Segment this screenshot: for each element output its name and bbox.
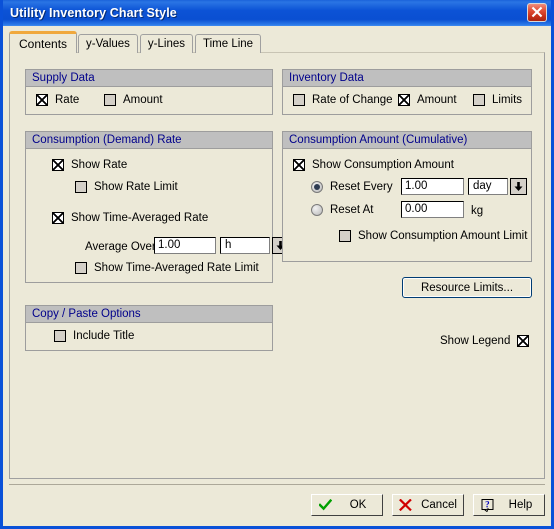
group-consumption-rate: Consumption (Demand) Rate Show Rate Show… (25, 131, 289, 283)
checkbox-show-consumption-amount-row[interactable]: Show Consumption Amount (293, 159, 454, 171)
checkbox-show-legend-row[interactable]: Show Legend (440, 335, 530, 347)
resource-limits-button[interactable]: Resource Limits... (402, 277, 532, 298)
reset-every-unit-combo[interactable]: day (468, 178, 527, 195)
group-copy-paste-options: Copy / Paste Options Include Title (25, 305, 273, 351)
reset-at-unit-label: kg (471, 205, 484, 217)
radio-reset-every-label: Reset Every (330, 181, 393, 193)
checkbox-supply-rate-row[interactable]: Rate (36, 94, 79, 106)
resource-limits-button-label: Resource Limits... (420, 281, 514, 294)
ok-button[interactable]: OK (311, 494, 383, 516)
checkbox-include-title-label: Include Title (73, 330, 135, 342)
checkbox-show-time-averaged-rate-limit-label: Show Time-Averaged Rate Limit (94, 262, 259, 274)
tab-page-contents: Supply Data Rate Amount Inventory Data R… (9, 52, 545, 479)
tab-contents[interactable]: Contents (9, 31, 78, 53)
ok-button-label: OK (349, 499, 367, 511)
group-supply-data: Supply Data Rate Amount (25, 69, 273, 115)
window-title: Utility Inventory Chart Style (10, 6, 177, 20)
checkbox-supply-amount-label: Amount (123, 94, 163, 106)
x-icon (399, 499, 412, 511)
reset-every-unit-value: day (468, 178, 508, 195)
group-consumption-rate-title: Consumption (Demand) Rate (26, 132, 272, 149)
help-button[interactable]: ? Help (473, 494, 545, 516)
checkbox-supply-amount-row[interactable]: Amount (104, 94, 163, 106)
checkbox-include-title-row[interactable]: Include Title (54, 330, 134, 342)
average-over-unit-combo[interactable]: h (220, 237, 289, 254)
cancel-button[interactable]: Cancel (392, 494, 464, 516)
average-over-label: Average Over (85, 241, 156, 253)
radio-reset-every[interactable] (311, 181, 323, 193)
checkbox-rate-of-change-label: Rate of Change (312, 94, 393, 106)
group-inventory-data: Inventory Data Rate of Change Amount Lim… (282, 69, 532, 115)
average-over-value-input[interactable]: 1.00 (154, 237, 216, 254)
checkbox-inventory-amount-row[interactable]: Amount (398, 94, 457, 106)
radio-reset-at-row[interactable]: Reset At (311, 204, 373, 216)
group-inventory-data-title: Inventory Data (283, 70, 531, 87)
checkbox-show-rate-label: Show Rate (71, 159, 128, 171)
checkbox-inventory-amount[interactable] (398, 94, 410, 106)
checkbox-supply-rate-label: Rate (55, 94, 80, 106)
reset-every-value-input[interactable]: 1.00 (401, 178, 464, 195)
svg-text:?: ? (485, 499, 490, 509)
group-supply-data-title: Supply Data (26, 70, 272, 87)
checkbox-show-consumption-amount-limit-label: Show Consumption Amount Limit (358, 230, 528, 242)
tab-y-lines[interactable]: y-Lines (139, 34, 193, 53)
radio-reset-at[interactable] (311, 204, 323, 216)
checkbox-show-rate[interactable] (52, 159, 64, 171)
check-icon (319, 499, 332, 511)
average-over-unit-value: h (220, 237, 270, 254)
checkbox-show-consumption-amount-label: Show Consumption Amount (312, 159, 454, 171)
checkbox-show-time-averaged-rate[interactable] (52, 212, 64, 224)
dialog-window: Utility Inventory Chart Style Contents y… (0, 0, 554, 529)
checkbox-inventory-limits-label: Limits (492, 94, 523, 106)
checkbox-supply-amount[interactable] (104, 94, 116, 106)
checkbox-show-consumption-amount[interactable] (293, 159, 305, 171)
close-button[interactable] (527, 3, 547, 22)
radio-reset-every-row[interactable]: Reset Every (311, 181, 393, 193)
checkbox-show-rate-limit-row[interactable]: Show Rate Limit (75, 181, 178, 193)
checkbox-show-consumption-amount-limit[interactable] (339, 230, 351, 242)
reset-every-unit-dropdown-button[interactable] (510, 178, 527, 195)
checkbox-show-time-averaged-rate-limit[interactable] (75, 262, 87, 274)
tab-y-values[interactable]: y-Values (78, 34, 138, 53)
group-copy-paste-options-title: Copy / Paste Options (26, 306, 272, 323)
checkbox-show-rate-limit[interactable] (75, 181, 87, 193)
checkbox-supply-rate[interactable] (36, 94, 48, 106)
cancel-button-label: Cancel (421, 499, 457, 511)
checkbox-rate-of-change-row[interactable]: Rate of Change (293, 94, 393, 106)
checkbox-show-consumption-amount-limit-row[interactable]: Show Consumption Amount Limit (339, 230, 527, 242)
checkbox-rate-of-change[interactable] (293, 94, 305, 106)
tab-time-line[interactable]: Time Line (195, 34, 262, 53)
title-bar: Utility Inventory Chart Style (3, 0, 551, 26)
checkbox-inventory-amount-label: Amount (417, 94, 457, 106)
checkbox-inventory-limits-row[interactable]: Limits (473, 94, 522, 106)
radio-reset-at-label: Reset At (330, 204, 374, 216)
footer-separator (9, 484, 545, 485)
checkbox-show-legend[interactable] (517, 335, 530, 347)
question-icon: ? (481, 498, 495, 512)
help-button-label: Help (508, 499, 533, 511)
checkbox-show-time-averaged-rate-label: Show Time-Averaged Rate (71, 212, 209, 224)
reset-at-value-input[interactable]: 0.00 (401, 201, 464, 218)
checkbox-include-title[interactable] (54, 330, 66, 342)
group-consumption-amount-title: Consumption Amount (Cumulative) (283, 132, 531, 149)
tab-strip: Contents y-Values y-Lines Time Line (9, 31, 263, 53)
chevron-down-icon (514, 182, 523, 191)
checkbox-show-time-averaged-rate-limit-row[interactable]: Show Time-Averaged Rate Limit (75, 262, 259, 274)
close-icon (531, 6, 543, 18)
checkbox-show-rate-row[interactable]: Show Rate (52, 159, 127, 171)
checkbox-inventory-limits[interactable] (473, 94, 485, 106)
checkbox-show-legend-label: Show Legend (440, 335, 511, 347)
checkbox-show-rate-limit-label: Show Rate Limit (94, 181, 178, 193)
group-consumption-amount: Consumption Amount (Cumulative) Show Con… (282, 131, 532, 262)
checkbox-show-time-averaged-rate-row[interactable]: Show Time-Averaged Rate (52, 212, 208, 224)
